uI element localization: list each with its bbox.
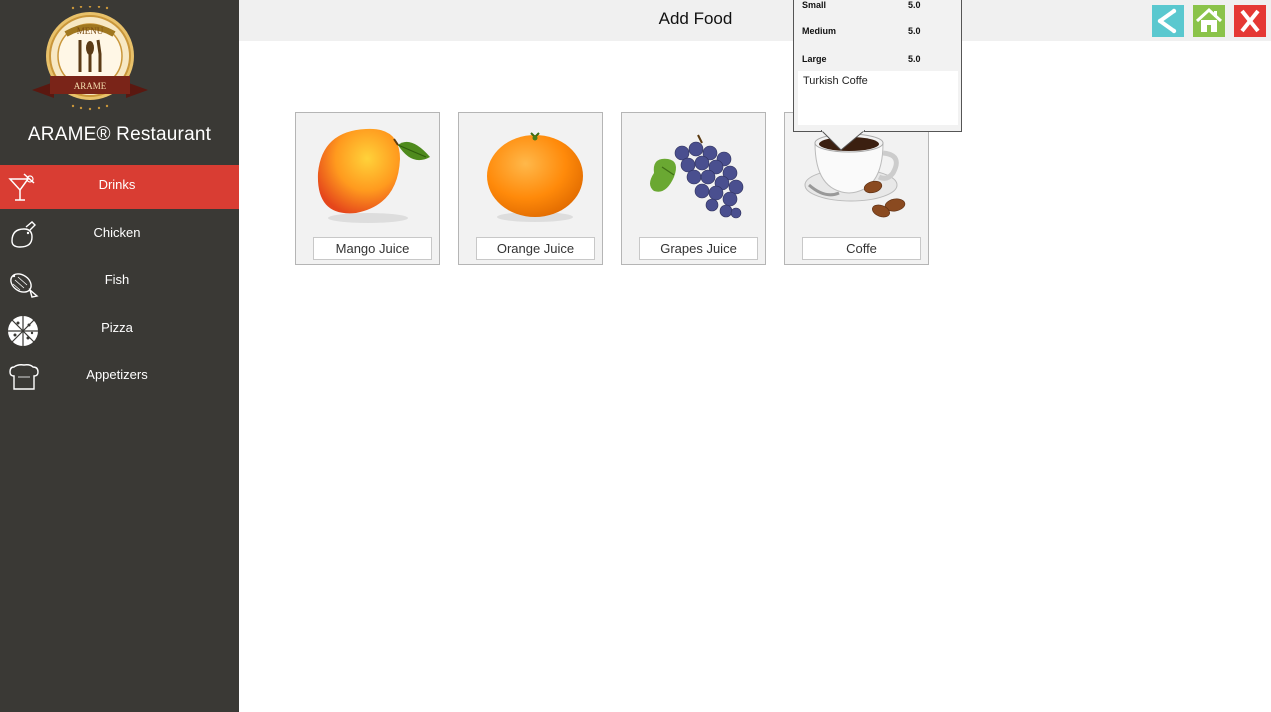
nav-item-appetizers[interactable]: Appetizers bbox=[0, 355, 239, 399]
logo-ribbon-text: ARAME bbox=[74, 81, 107, 91]
size-row-medium: Medium 5.0 bbox=[802, 26, 952, 36]
back-icon bbox=[1157, 8, 1177, 34]
size-price: 5.0 bbox=[908, 0, 921, 10]
mango-icon bbox=[317, 128, 430, 223]
home-icon bbox=[1195, 7, 1223, 32]
close-icon bbox=[1240, 9, 1260, 33]
page-title: Add Food bbox=[658, 9, 733, 28]
size-price: 5.0 bbox=[908, 26, 921, 36]
nav-label: Pizza bbox=[101, 319, 133, 335]
item-details-popup: Small 5.0 Medium 5.0 Large 5.0 Turkish C… bbox=[793, 0, 962, 132]
close-button[interactable] bbox=[1234, 5, 1266, 37]
size-row-small: Small 5.0 bbox=[802, 0, 952, 10]
category-nav: Drinks Chicken Fish Pizza Appetizers bbox=[0, 165, 239, 403]
restaurant-logo: MENU ARAME bbox=[32, 6, 148, 111]
header-bar: Add Food bbox=[239, 0, 1271, 41]
sidebar: MENU ARAME ARAME® Restaurant Drinks Chic… bbox=[0, 0, 239, 712]
logo-menu-text: MENU bbox=[77, 26, 104, 36]
grapes-icon bbox=[650, 134, 744, 219]
restaurant-name: ARAME® Restaurant bbox=[27, 124, 212, 145]
back-button[interactable] bbox=[1152, 5, 1184, 37]
size-price: 5.0 bbox=[908, 54, 921, 64]
item-label: Mango Juice bbox=[313, 237, 432, 260]
nav-label: Appetizers bbox=[86, 367, 148, 382]
home-button[interactable] bbox=[1193, 5, 1225, 37]
nav-label: Fish bbox=[104, 272, 130, 287]
size-label: Large bbox=[802, 54, 827, 64]
orange-icon bbox=[487, 132, 583, 222]
nav-label: Drinks bbox=[98, 177, 136, 192]
item-card-grapes-juice[interactable]: Grapes Juice bbox=[621, 112, 766, 265]
item-card-orange-juice[interactable]: Orange Juice bbox=[458, 112, 603, 265]
item-label: Coffe bbox=[802, 237, 921, 260]
nav-item-chicken[interactable]: Chicken bbox=[0, 213, 239, 257]
nav-item-pizza[interactable]: Pizza bbox=[0, 308, 239, 352]
size-row-large: Large 5.0 bbox=[802, 54, 952, 64]
item-description: Turkish Coffe bbox=[798, 71, 958, 125]
size-label: Medium bbox=[802, 26, 837, 36]
item-label: Grapes Juice bbox=[639, 237, 758, 260]
popup-pointer bbox=[821, 130, 865, 151]
item-label: Orange Juice bbox=[476, 237, 595, 260]
nav-item-fish[interactable]: Fish bbox=[0, 260, 239, 304]
item-card-mango-juice[interactable]: Mango Juice bbox=[295, 112, 440, 265]
nav-item-drinks[interactable]: Drinks bbox=[0, 165, 239, 209]
nav-label: Chicken bbox=[93, 224, 141, 240]
size-label: Small bbox=[802, 0, 827, 10]
